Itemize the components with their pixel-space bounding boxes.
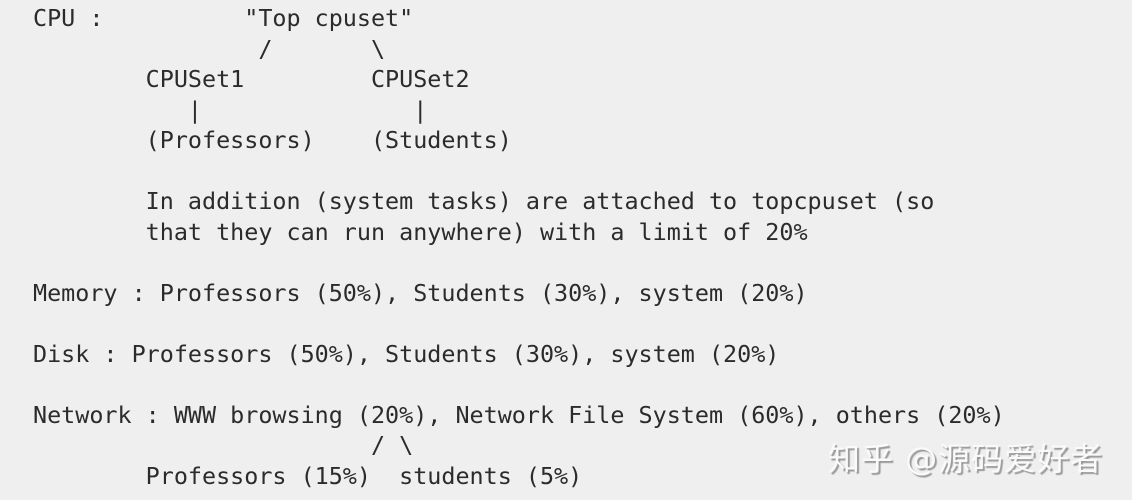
memory-line: Memory : Professors (50%), Students (30%…	[33, 278, 808, 307]
cpuset-names: CPUSet1 CPUSet2	[33, 65, 470, 93]
watermark: 知乎 @源码爱好者	[828, 440, 1104, 478]
cpuset-connectors: | |	[33, 95, 428, 124]
cpu-tree-branches: / \	[33, 34, 386, 63]
cpu-note-line-2: that they can run anywhere) with a limit…	[33, 217, 808, 246]
disk-line: Disk : Professors (50%), Students (30%),…	[33, 339, 780, 368]
network-line: Network : WWW browsing (20%), Network Fi…	[33, 400, 1005, 429]
cpu-note-line-1: In addition (system tasks) are attached …	[33, 187, 935, 215]
cpuset-groups: (Professors) (Students)	[33, 126, 512, 154]
text-document: CPU : "Top cpuset" / \ CPUSet1 CPUSet2 |…	[33, 3, 1005, 491]
cpu-line: CPU : "Top cpuset"	[33, 4, 414, 32]
